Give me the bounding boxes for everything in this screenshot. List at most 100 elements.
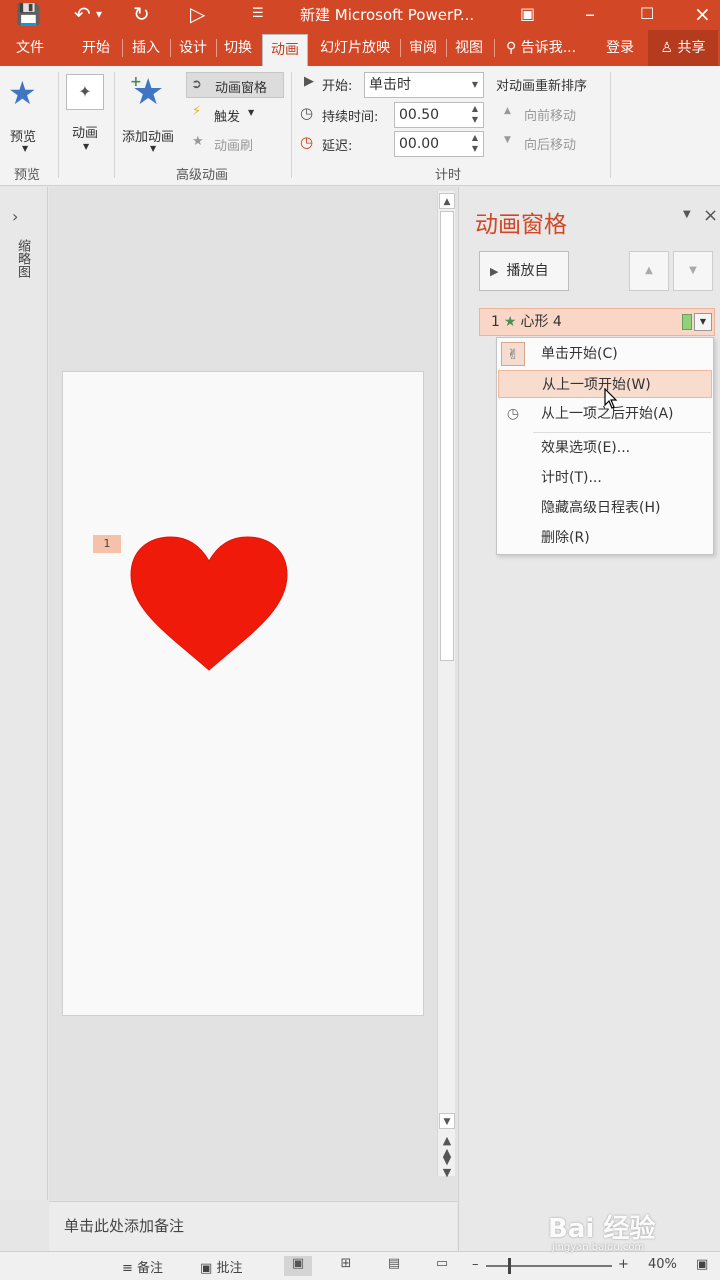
spinner-arrows-icon[interactable]: ▲ ▼ <box>467 103 483 127</box>
brush-icon: ★ <box>192 134 204 149</box>
tab-slideshow[interactable]: 幻灯片放映 <box>312 30 398 66</box>
start-select[interactable]: 单击时 ▼ <box>364 72 484 98</box>
pane-options-icon[interactable]: ▼ <box>683 209 691 220</box>
menu-remove[interactable]: 删除(R) <box>497 524 713 552</box>
scroll-down-icon[interactable]: ▼ <box>439 1113 455 1129</box>
preview-button[interactable]: ★ 预览 ▼ <box>6 74 48 154</box>
up-arrow-icon: ▲ <box>504 106 511 116</box>
plus-icon: + <box>130 74 142 90</box>
next-slide-icon[interactable]: ▼ ▼ <box>440 1155 454 1179</box>
lightning-icon: ⚡ <box>192 104 202 119</box>
expand-chevron-icon[interactable]: › <box>12 207 18 226</box>
baidu-watermark: Bai 经验 jingyan.baidu.com <box>548 1214 656 1253</box>
ribbon-display-icon[interactable]: ▣ <box>520 2 535 26</box>
chevron-down-icon: ▼ <box>248 108 255 117</box>
share-button[interactable]: ♙ 共享 <box>648 30 718 66</box>
zoom-slider[interactable] <box>486 1265 612 1267</box>
notes-area[interactable]: 单击此处添加备注 <box>49 1201 457 1251</box>
zoom-out-icon[interactable]: – <box>472 1257 479 1272</box>
lightbulb-icon: ⚲ <box>506 40 517 56</box>
animation-painter-button[interactable]: ★ 动画刷 <box>192 132 272 154</box>
tab-home[interactable]: 开始 <box>72 30 120 66</box>
thumbnail-label[interactable]: 缩略图 <box>10 239 30 278</box>
delay-clock-icon: ◷ <box>300 133 314 151</box>
spinner-arrows-icon[interactable]: ▲ ▼ <box>467 132 483 156</box>
play-small-icon: ▶ <box>304 74 314 89</box>
reading-view-icon[interactable]: ▤ <box>380 1256 408 1276</box>
scroll-up-icon[interactable]: ▲ <box>439 193 455 209</box>
item-dropdown-icon[interactable]: ▼ <box>694 313 712 331</box>
animation-context-menu: ✌ 单击开始(C) 从上一项开始(W) ◷ 从上一项之后开始(A) 效果选项(E… <box>496 337 714 555</box>
comments-toggle[interactable]: ▣ 批注 <box>200 1257 242 1276</box>
star-play-icon: ★ <box>8 74 37 112</box>
slide-sorter-icon[interactable]: ⊞ <box>332 1256 360 1276</box>
slideshow-view-icon[interactable]: ▭ <box>428 1256 456 1276</box>
move-earlier-button[interactable]: ▲ 向前移动 <box>500 104 590 124</box>
clock-icon: ◷ <box>300 104 314 122</box>
entrance-star-icon: ★ <box>503 314 517 330</box>
tab-design[interactable]: 设计 <box>172 30 214 66</box>
window-title: 新建 Microsoft PowerP... <box>300 6 475 24</box>
close-icon[interactable]: × <box>694 2 711 26</box>
menu-hide-timeline[interactable]: 隐藏高级日程表(H) <box>497 494 713 522</box>
thumbnail-pane: › 缩略图 <box>0 187 48 1200</box>
zoom-in-icon[interactable]: + <box>618 1257 629 1272</box>
presenter-icon[interactable]: ▷ <box>190 2 205 26</box>
chevron-down-icon: ▼ <box>83 142 90 151</box>
tab-file[interactable]: 文件 <box>8 30 52 66</box>
notes-icon: ≡ <box>122 1261 133 1276</box>
pane-icon: ➲ <box>191 77 202 92</box>
close-icon[interactable]: × <box>703 205 718 226</box>
move-down-icon[interactable]: ▼ <box>673 251 713 291</box>
redo-icon[interactable]: ↻ <box>133 2 150 26</box>
slide-canvas[interactable]: 1 <box>62 371 424 1016</box>
move-later-button[interactable]: ▼ 向后移动 <box>500 133 590 153</box>
tab-animations[interactable]: 动画 <box>262 34 308 66</box>
tab-transitions[interactable]: 切换 <box>218 30 258 66</box>
move-up-icon[interactable]: ▲ <box>629 251 669 291</box>
login-button[interactable]: 登录 <box>598 30 642 66</box>
heart-shape[interactable] <box>129 535 289 675</box>
tab-view[interactable]: 视图 <box>448 30 490 66</box>
customize-icon[interactable]: ☰ <box>252 2 264 26</box>
tell-me-box[interactable]: ⚲ 告诉我... <box>506 30 586 66</box>
vertical-scrollbar[interactable]: ▲ ▼ ▲ ▲ ▼ ▼ <box>437 191 455 1179</box>
minimize-icon[interactable]: – <box>585 2 595 26</box>
trigger-button[interactable]: ⚡ 触发 ▼ <box>192 104 272 126</box>
notes-toggle[interactable]: ≡ 备注 <box>122 1257 163 1276</box>
delay-input[interactable]: 00.00 ▲ ▼ <box>394 131 484 157</box>
zoom-level[interactable]: 40% <box>648 1257 677 1272</box>
scroll-thumb[interactable] <box>440 211 454 661</box>
duration-input[interactable]: 00.50 ▲ ▼ <box>394 102 484 128</box>
play-icon: ▶ <box>490 265 499 278</box>
play-from-button[interactable]: ▶ 播放自 <box>479 251 569 291</box>
item-name: 心形 4 <box>520 314 562 330</box>
maximize-icon[interactable]: ☐ <box>640 2 654 26</box>
fit-slide-icon[interactable]: ▣ <box>696 1257 708 1272</box>
add-animation-button[interactable]: ★ + 添加动画 ▼ <box>120 72 184 154</box>
tab-insert[interactable]: 插入 <box>124 30 168 66</box>
tab-review[interactable]: 审阅 <box>402 30 444 66</box>
undo-dropdown-icon[interactable]: ▾ <box>96 2 102 26</box>
animation-gallery[interactable]: ✦ 动画 ▼ <box>66 74 106 154</box>
menu-divider <box>533 432 711 433</box>
normal-view-icon[interactable]: ▣ <box>284 1256 312 1276</box>
menu-start-on-click[interactable]: ✌ 单击开始(C) <box>497 340 713 368</box>
menu-effect-options[interactable]: 效果选项(E)... <box>497 434 713 462</box>
save-icon[interactable]: 💾 <box>16 2 41 26</box>
menu-timing[interactable]: 计时(T)... <box>497 464 713 492</box>
undo-icon[interactable]: ↶ <box>74 2 91 26</box>
chevron-down-icon: ▼ <box>471 80 479 89</box>
clock-icon: ◷ <box>506 406 520 422</box>
chevron-down-icon: ▼ <box>150 144 157 153</box>
mouse-cursor-icon <box>604 388 618 409</box>
ribbon: ★ 预览 ▼ 预览 ✦ 动画 ▼ ★ + 添加动画 ▼ ➲ 动画窗格 ⚡ 触发 … <box>0 66 720 186</box>
animation-order-badge[interactable]: 1 <box>93 535 121 553</box>
motion-icon: ✦ <box>66 74 104 110</box>
animation-item[interactable]: 1 ★ 心形 4 ▼ <box>479 308 715 336</box>
ribbon-tabs: 文件 开始 插入 设计 切换 动画 幻灯片放映 审阅 视图 ⚲ 告诉我... 登… <box>0 30 720 66</box>
slide-editor: 1 <box>49 187 457 1200</box>
zoom-knob[interactable] <box>508 1258 511 1274</box>
animation-pane-button[interactable]: ➲ 动画窗格 <box>186 72 284 98</box>
item-number: 1 <box>491 314 500 330</box>
